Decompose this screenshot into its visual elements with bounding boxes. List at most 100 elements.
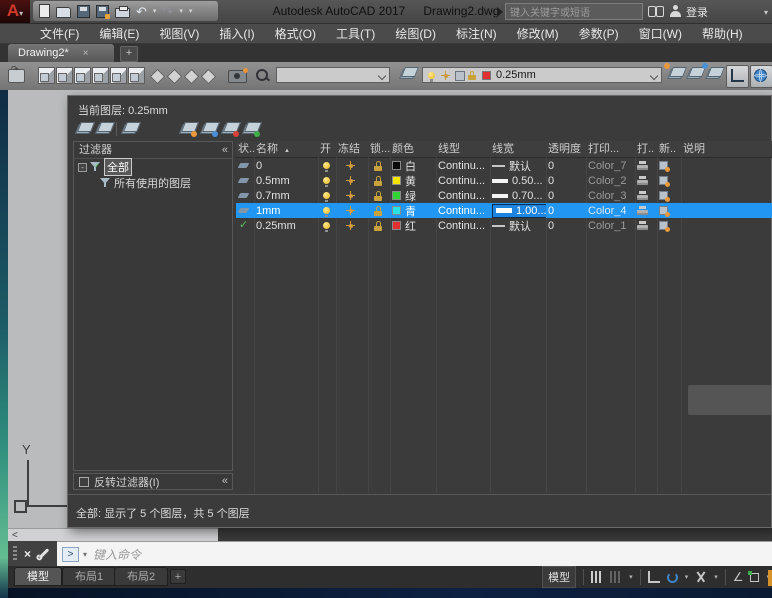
login-button[interactable]: 登录 bbox=[686, 4, 708, 20]
layer-name[interactable]: 1mm bbox=[254, 203, 318, 218]
magnifier-icon[interactable] bbox=[256, 69, 268, 81]
menu-item[interactable]: 视图(V) bbox=[149, 24, 209, 44]
layer-linetype[interactable]: Continu... bbox=[436, 173, 490, 188]
layout-tab[interactable]: 布局2 bbox=[114, 567, 169, 586]
new-vp-freeze-icon[interactable] bbox=[659, 191, 670, 202]
layer-freeze-sun-icon[interactable] bbox=[346, 206, 355, 215]
menu-item[interactable]: 帮助(H) bbox=[692, 24, 753, 44]
layer-linetype[interactable]: Continu... bbox=[436, 218, 490, 233]
iso-caret-icon[interactable]: ▾ bbox=[714, 573, 718, 581]
autocad-logo-icon[interactable]: A▾ bbox=[0, 0, 30, 23]
layer-transparency[interactable]: 0 bbox=[546, 203, 586, 218]
polar-caret-icon[interactable]: ▾ bbox=[685, 573, 689, 581]
layer-unlock-icon[interactable] bbox=[374, 205, 382, 216]
delete-layer-icon[interactable] bbox=[222, 122, 239, 137]
invert-filter-checkbox[interactable] bbox=[79, 476, 89, 487]
table-row[interactable]: 0.7mm 绿 Continu... 0.70... 0 Color_3 bbox=[236, 188, 772, 203]
menu-item[interactable]: 文件(F) bbox=[30, 24, 89, 44]
column-header[interactable]: 线型 bbox=[436, 141, 490, 157]
layer-translate-icon[interactable] bbox=[8, 64, 25, 83]
layout-tab[interactable]: 布局1 bbox=[62, 567, 117, 586]
menu-item[interactable]: 修改(M) bbox=[507, 24, 569, 44]
column-header[interactable]: 锁... bbox=[368, 141, 390, 157]
collapse-invert-icon[interactable]: « bbox=[222, 475, 228, 487]
filter-tree-item[interactable]: - ✓ 全部 bbox=[74, 158, 232, 176]
printer-icon[interactable] bbox=[637, 206, 648, 215]
layer-freeze-sun-icon[interactable] bbox=[346, 161, 355, 170]
document-tab[interactable]: Drawing2* × bbox=[8, 44, 114, 62]
visual-style-icon[interactable] bbox=[200, 68, 217, 85]
printer-icon[interactable] bbox=[637, 221, 648, 230]
layer-on-bulb-icon[interactable] bbox=[323, 177, 330, 187]
grip-dots-icon[interactable] bbox=[13, 545, 17, 562]
table-row[interactable]: 0.5mm 黄 Continu... 0.50... 0 Color_2 bbox=[236, 173, 772, 188]
menu-item[interactable]: 工具(T) bbox=[326, 24, 385, 44]
tab-close-icon[interactable]: × bbox=[83, 48, 89, 59]
layer-lineweight[interactable]: 默认 bbox=[490, 158, 546, 173]
snap-mode-icon[interactable] bbox=[610, 571, 623, 583]
layer-linetype[interactable]: Continu... bbox=[436, 203, 490, 218]
column-header[interactable]: 打印... bbox=[586, 141, 635, 157]
new-file-icon[interactable] bbox=[39, 4, 50, 18]
column-header[interactable]: 说明 bbox=[681, 141, 772, 157]
search-binoculars-icon[interactable] bbox=[648, 6, 664, 17]
column-header[interactable]: 线宽 bbox=[490, 141, 546, 157]
table-row[interactable]: 0.25mm 红 Continu... 默认 0 Color_1 bbox=[236, 218, 772, 233]
layer-on-bulb-icon[interactable] bbox=[323, 207, 330, 217]
collapse-filters-icon[interactable]: « bbox=[222, 142, 228, 158]
help-search-input[interactable] bbox=[505, 3, 643, 20]
visual-style-icon[interactable] bbox=[149, 68, 166, 85]
undo-icon[interactable]: ↶ bbox=[136, 5, 147, 18]
camera-icon[interactable] bbox=[228, 68, 248, 83]
layer-linetype[interactable]: Continu... bbox=[436, 188, 490, 203]
menu-item[interactable]: 插入(I) bbox=[209, 24, 264, 44]
layer-on-bulb-icon[interactable] bbox=[323, 222, 330, 232]
column-header[interactable]: 冻结 bbox=[336, 141, 368, 157]
geographic-location-button[interactable] bbox=[750, 65, 772, 88]
layer-lineweight[interactable]: 0.50... bbox=[490, 173, 546, 188]
table-row[interactable]: 0 白 Continu... 默认 0 Color_7 bbox=[236, 158, 772, 173]
ortho-mode-icon[interactable] bbox=[647, 571, 660, 583]
menu-item[interactable]: 标注(N) bbox=[446, 24, 507, 44]
layer-on-bulb-icon[interactable] bbox=[323, 192, 330, 202]
model-space-button[interactable]: 模型 bbox=[542, 566, 577, 588]
layer-unlock-icon[interactable] bbox=[374, 175, 382, 186]
titlebar-caret-icon[interactable]: ▾ bbox=[764, 8, 768, 17]
search-go-icon[interactable] bbox=[497, 6, 503, 17]
column-header[interactable]: 打.. bbox=[635, 141, 657, 157]
redo-caret-icon[interactable]: ▾ bbox=[179, 7, 183, 15]
annotation-angle-icon[interactable]: ∠ bbox=[733, 571, 744, 583]
layer-color-cell[interactable]: 红 bbox=[390, 218, 436, 233]
close-command-icon[interactable]: × bbox=[24, 547, 31, 561]
column-header[interactable]: 新.. bbox=[657, 141, 681, 157]
column-header[interactable]: 颜色 bbox=[390, 141, 436, 157]
horizontal-scrollbar[interactable]: < bbox=[8, 528, 218, 542]
printer-icon[interactable] bbox=[637, 161, 648, 170]
new-vp-freeze-icon[interactable] bbox=[659, 206, 670, 217]
layer-transparency[interactable]: 0 bbox=[546, 188, 586, 203]
ucs-button[interactable] bbox=[726, 65, 749, 88]
qat-customize-icon[interactable]: ▾ bbox=[189, 7, 193, 15]
object-snap-icon[interactable] bbox=[748, 570, 760, 582]
undo-caret-icon[interactable]: ▾ bbox=[153, 7, 157, 15]
new-vp-freeze-icon[interactable] bbox=[659, 161, 670, 172]
command-caret-icon[interactable]: ▾ bbox=[83, 550, 87, 559]
save-as-icon[interactable] bbox=[96, 4, 110, 19]
layer-color-cell[interactable]: 白 bbox=[390, 158, 436, 173]
layer-name[interactable]: 0.25mm bbox=[254, 218, 318, 233]
filter-tree-item[interactable]: 所有使用的图层 bbox=[74, 175, 232, 191]
command-input[interactable]: > ▾ 键入命令 bbox=[57, 541, 772, 566]
menu-item[interactable]: 窗口(W) bbox=[629, 24, 692, 44]
layer-unlock-icon[interactable] bbox=[374, 190, 382, 201]
menu-item[interactable]: 绘图(D) bbox=[385, 24, 446, 44]
isometric-drafting-icon[interactable] bbox=[695, 571, 707, 583]
layer-combo[interactable]: 0.25mm bbox=[422, 67, 662, 83]
tree-expander-icon[interactable]: - bbox=[78, 162, 87, 172]
set-current-layer-icon[interactable] bbox=[243, 122, 260, 137]
visual-style-icon[interactable] bbox=[166, 68, 183, 85]
layout-tab[interactable]: 模型 bbox=[14, 567, 62, 586]
layer-transparency[interactable]: 0 bbox=[546, 173, 586, 188]
new-vp-freeze-icon[interactable] bbox=[659, 221, 670, 232]
layer-freeze-sun-icon[interactable] bbox=[346, 221, 355, 230]
new-layout-button[interactable]: + bbox=[170, 569, 186, 584]
